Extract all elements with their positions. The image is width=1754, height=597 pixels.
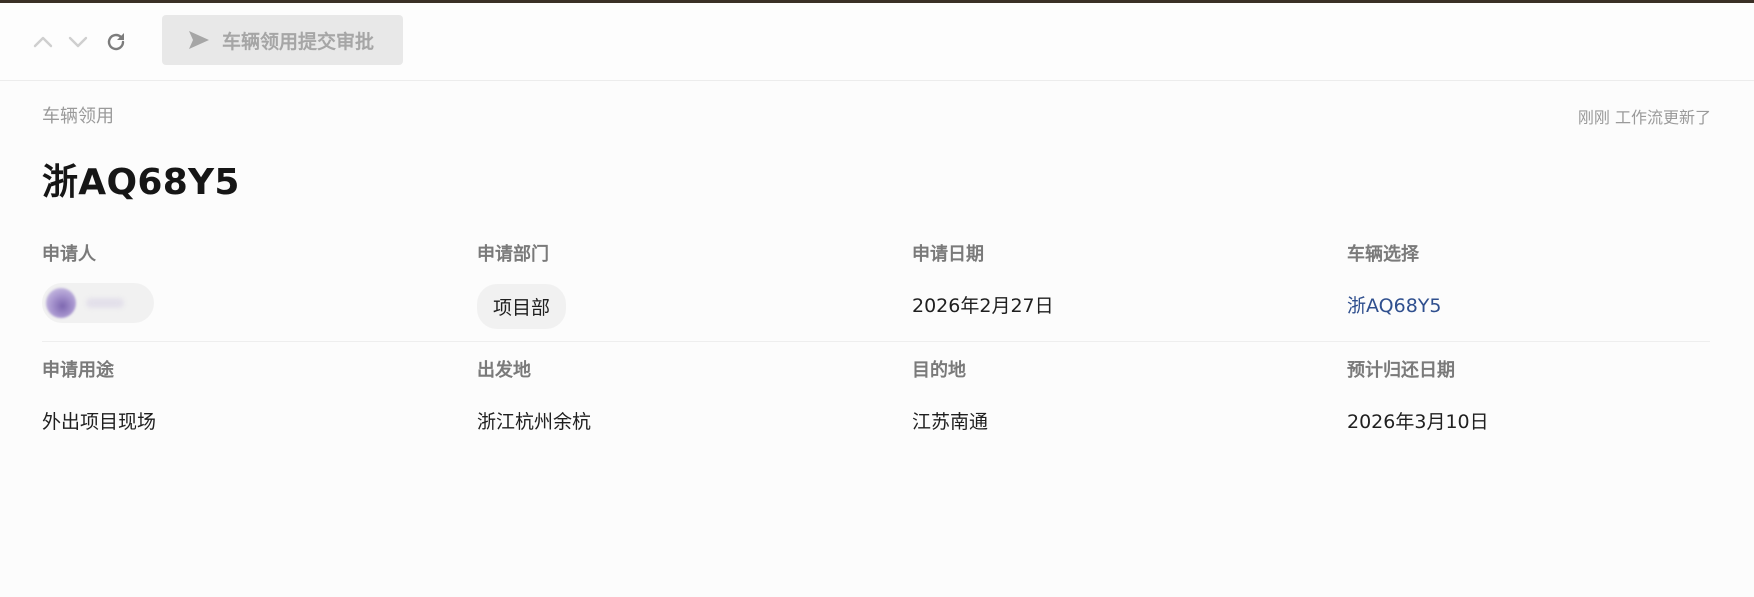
apply-date-field: 申请日期 2026年2月27日 xyxy=(912,235,1332,318)
origin-label: 出发地 xyxy=(477,360,531,381)
origin-field: 出发地 浙江杭州余杭 xyxy=(477,342,897,434)
destination-value: 江苏南通 xyxy=(912,411,989,433)
applicant-field: 申请人 xyxy=(42,235,462,323)
vehicle-link[interactable]: 浙AQ68Y5 xyxy=(1347,291,1754,318)
send-icon xyxy=(188,29,210,51)
origin-value: 浙江杭州余杭 xyxy=(477,411,592,433)
purpose-value: 外出项目现场 xyxy=(42,411,157,433)
detail-grid: 申请人 申请部门 项目部 申请日期 2026年2月27日 车辆选择 浙AQ68Y… xyxy=(42,235,1710,452)
purpose-field: 申请用途 外出项目现场 xyxy=(42,342,462,434)
applicant-label: 申请人 xyxy=(42,244,96,265)
submit-approval-label: 车辆领用提交审批 xyxy=(222,30,375,53)
breadcrumb[interactable]: 车辆领用 xyxy=(42,102,114,128)
department-field: 申请部门 项目部 xyxy=(477,235,897,329)
refresh-icon[interactable] xyxy=(103,29,129,55)
apply-date-label: 申请日期 xyxy=(912,244,984,265)
purpose-label: 申请用途 xyxy=(42,360,114,381)
apply-date-value: 2026年2月27日 xyxy=(912,295,1054,317)
return-date-field: 预计归还日期 2026年3月10日 xyxy=(1347,342,1754,434)
applicant-name-redacted xyxy=(86,298,124,308)
toolbar: 车辆领用提交审批 xyxy=(0,3,1754,81)
chevron-down-icon[interactable] xyxy=(65,29,91,55)
vehicle-field: 车辆选择 浙AQ68Y5 xyxy=(1347,235,1754,318)
destination-label: 目的地 xyxy=(912,360,966,381)
submit-approval-button[interactable]: 车辆领用提交审批 xyxy=(162,15,403,65)
destination-field: 目的地 江苏南通 xyxy=(912,342,1332,434)
return-date-label: 预计归还日期 xyxy=(1347,360,1455,381)
department-tag[interactable]: 项目部 xyxy=(477,284,567,329)
vehicle-label: 车辆选择 xyxy=(1347,244,1419,265)
applicant-user-chip[interactable] xyxy=(42,283,154,323)
workflow-status: 刚刚 工作流更新了 xyxy=(1577,108,1711,127)
detail-row: 申请人 申请部门 项目部 申请日期 2026年2月27日 车辆选择 浙AQ68Y… xyxy=(42,235,1710,341)
page-title: 浙AQ68Y5 xyxy=(42,162,240,203)
return-date-value: 2026年3月10日 xyxy=(1347,411,1489,433)
department-label: 申请部门 xyxy=(477,244,549,265)
avatar xyxy=(46,288,76,318)
chevron-up-icon[interactable] xyxy=(30,29,56,55)
detail-row: 申请用途 外出项目现场 出发地 浙江杭州余杭 目的地 江苏南通 预计归还日期 2… xyxy=(42,341,1710,452)
